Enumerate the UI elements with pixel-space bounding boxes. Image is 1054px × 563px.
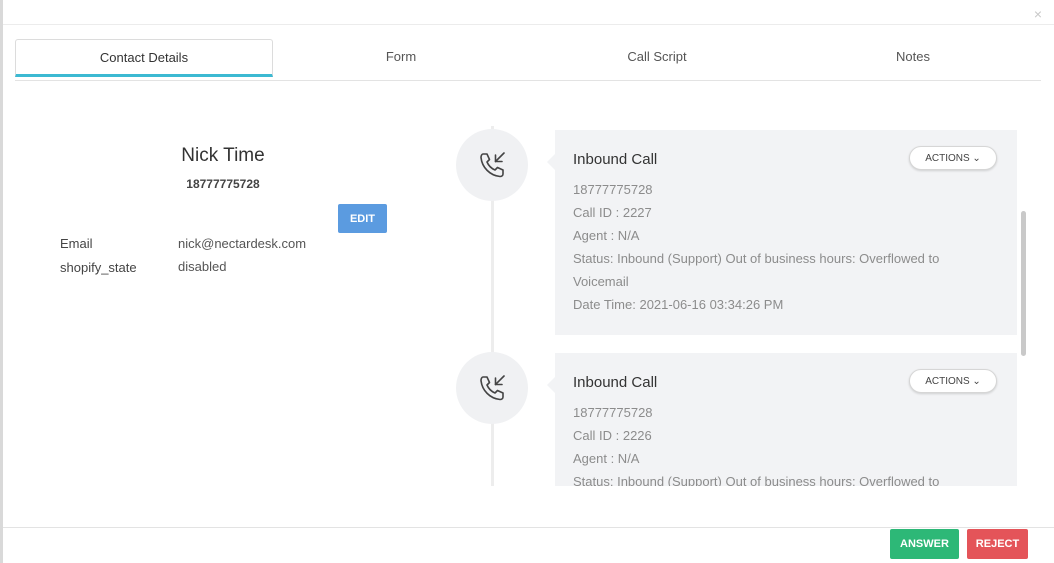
actions-button[interactable]: ACTIONS ⌄ — [909, 369, 997, 393]
edit-button[interactable]: EDIT — [338, 204, 387, 233]
call-number: 18777775728 — [573, 405, 653, 420]
window-left-edge — [0, 0, 3, 563]
email-value: nick@nectardesk.com — [178, 236, 307, 251]
inbound-call-icon — [456, 129, 528, 201]
call-agent: Agent : N/A — [573, 451, 640, 466]
call-id: Call ID : 2227 — [573, 205, 652, 220]
shopify-state-value: disabled — [178, 259, 227, 274]
call-title: Inbound Call — [573, 374, 658, 391]
call-history-list[interactable]: Inbound Call ACTIONS ⌄ 18777775728 Call … — [540, 126, 1020, 486]
footer-divider — [3, 527, 1054, 528]
call-status: Status: Inbound (Support) Out of busines… — [573, 251, 940, 266]
card-pointer — [547, 377, 555, 393]
close-icon[interactable]: × — [1034, 6, 1042, 22]
chevron-down-icon: ⌄ — [972, 375, 981, 387]
card-pointer — [547, 154, 555, 170]
answer-button[interactable]: ANSWER — [890, 529, 959, 559]
contact-phone: 18777775728 — [186, 177, 260, 191]
tab-contact-details[interactable]: Contact Details — [15, 39, 273, 77]
actions-button[interactable]: ACTIONS ⌄ — [909, 146, 997, 170]
call-id: Call ID : 2226 — [573, 428, 652, 443]
inbound-call-icon — [456, 352, 528, 424]
call-status: Status: Inbound (Support) Out of busines… — [573, 474, 940, 486]
call-title: Inbound Call — [573, 151, 658, 168]
actions-label: ACTIONS — [925, 152, 970, 164]
email-label: Email — [60, 236, 93, 251]
shopify-state-label: shopify_state — [60, 260, 137, 275]
reject-button[interactable]: REJECT — [967, 529, 1028, 559]
call-card: Inbound Call ACTIONS ⌄ 18777775728 Call … — [547, 130, 1017, 335]
actions-label: ACTIONS — [925, 375, 970, 387]
chevron-down-icon: ⌄ — [972, 152, 981, 164]
scrollbar[interactable] — [1019, 126, 1027, 486]
tab-call-script[interactable]: Call Script — [529, 39, 785, 77]
call-card: Inbound Call ACTIONS ⌄ 18777775728 Call … — [547, 353, 1017, 486]
scrollbar-thumb[interactable] — [1021, 211, 1026, 356]
call-datetime: Date Time: 2021-06-16 03:34:26 PM — [573, 297, 784, 312]
contact-name: Nick Time — [181, 145, 265, 166]
call-status-continued: Voicemail — [573, 274, 629, 289]
header-divider — [3, 24, 1054, 25]
call-agent: Agent : N/A — [573, 228, 640, 243]
tab-notes[interactable]: Notes — [785, 39, 1041, 77]
tab-bar: Contact Details Form Call Script Notes — [15, 39, 1041, 81]
tab-form[interactable]: Form — [273, 39, 529, 77]
call-number: 18777775728 — [573, 182, 653, 197]
